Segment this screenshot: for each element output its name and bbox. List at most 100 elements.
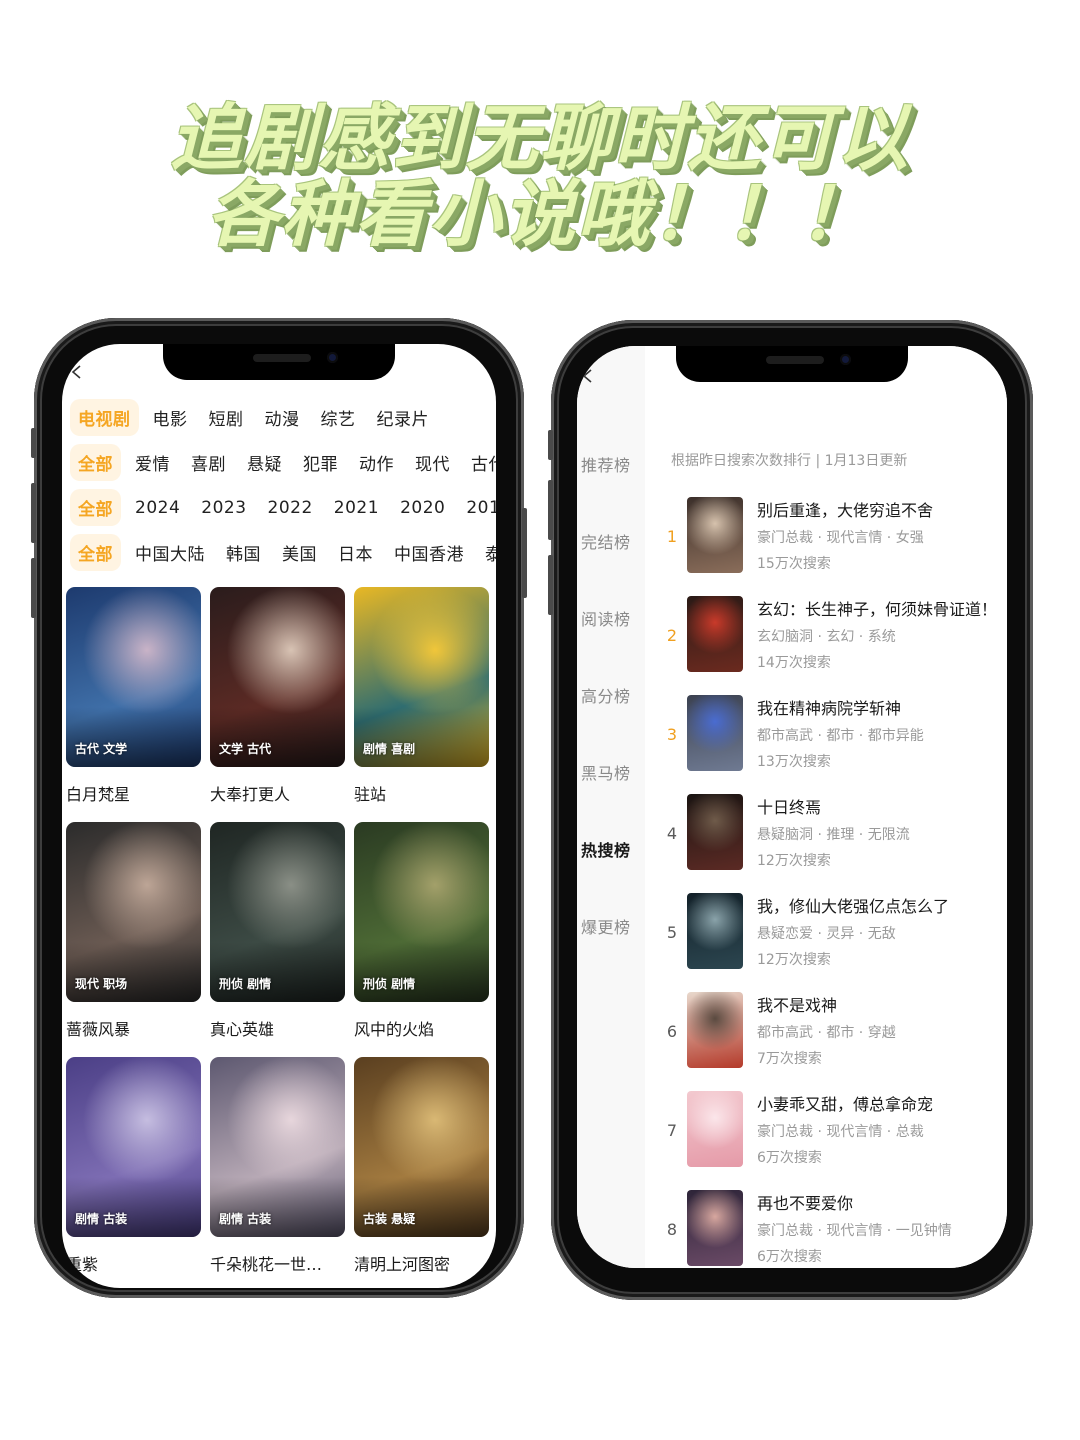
front-camera — [327, 352, 338, 363]
filter-region-2[interactable]: 韩国 — [226, 534, 261, 571]
filter-year-4[interactable]: 2021 — [334, 492, 379, 524]
show-card[interactable]: 剧情 古装 重紫 — [66, 1057, 201, 1275]
book-cover[interactable] — [687, 1190, 743, 1266]
filter-region-3[interactable]: 美国 — [282, 534, 317, 571]
book-list-item[interactable]: 3 我在精神病院学斩神 都市高武 · 都市 · 都市异能 13万次搜索 — [645, 695, 1007, 775]
show-card[interactable]: 剧情 古装千朵桃花一世… — [210, 1057, 345, 1275]
sidebar-tab-2[interactable]: 阅读榜 — [581, 606, 631, 630]
sidebar-tab-1[interactable]: 完结榜 — [581, 529, 631, 553]
filter-region-6[interactable]: 泰国 — [485, 534, 496, 571]
show-poster[interactable]: 古装 悬疑 — [354, 1057, 489, 1237]
book-search-count: 6万次搜索 — [757, 1249, 822, 1265]
filter-year-3[interactable]: 2022 — [268, 492, 313, 524]
book-list-item[interactable]: 2 玄幻：长生神子，何须妹骨证道！ 玄幻脑洞 · 玄幻 · 系统 14万次搜索 — [645, 596, 1007, 676]
show-poster[interactable]: 剧情 古装 — [66, 1057, 201, 1237]
book-tags: 玄幻脑洞 · 玄幻 · 系统 — [757, 629, 896, 645]
filter-year-2[interactable]: 2023 — [201, 492, 246, 524]
book-list-item[interactable]: 8 再也不要爱你 豪门总裁 · 现代言情 · 一见钟情 6万次搜索 — [645, 1190, 1007, 1268]
sidebar-tab-3[interactable]: 高分榜 — [581, 683, 631, 707]
tab-category-3[interactable]: 动漫 — [265, 399, 300, 436]
sidebar-tab-6[interactable]: 爆更榜 — [581, 914, 631, 938]
tab-category-2[interactable]: 短剧 — [209, 399, 244, 436]
filter-genre-7[interactable]: 古代 — [471, 444, 496, 481]
video-app-screen: 电视剧电影短剧动漫综艺纪录片 全部爱情喜剧悬疑犯罪动作现代古代 全部202420… — [62, 344, 496, 1288]
book-title[interactable]: 十日终焉 — [757, 794, 821, 818]
show-poster[interactable]: 剧情 古装 — [210, 1057, 345, 1237]
book-cover[interactable] — [687, 497, 743, 573]
filter-year-0[interactable]: 全部 — [70, 489, 121, 526]
filter-region-4[interactable]: 日本 — [338, 534, 373, 571]
show-card[interactable]: 刑侦 剧情 真心英雄 — [210, 822, 345, 1040]
filter-genre-6[interactable]: 现代 — [415, 444, 450, 481]
book-cover[interactable] — [687, 695, 743, 771]
tab-category-0[interactable]: 电视剧 — [70, 399, 139, 436]
filter-genre-4[interactable]: 犯罪 — [303, 444, 338, 481]
tab-category-1[interactable]: 电影 — [153, 399, 188, 436]
book-title[interactable]: 玄幻：长生神子，何须妹骨证道！ — [757, 596, 997, 620]
filter-year-6[interactable]: 2019 — [466, 492, 496, 524]
show-card[interactable]: 古代 文学 白月梵星 — [66, 587, 201, 805]
show-title[interactable]: 蔷薇风暴 — [66, 1016, 201, 1040]
filter-year-1[interactable]: 2024 — [135, 492, 180, 524]
chevron-left-icon[interactable] — [581, 368, 595, 383]
show-title[interactable]: 千朵桃花一世… — [210, 1251, 345, 1275]
filter-region-5[interactable]: 中国香港 — [394, 534, 464, 571]
chevron-left-icon[interactable] — [70, 364, 84, 379]
book-list-item[interactable]: 6 我不是戏神 都市高武 · 都市 · 穿越 7万次搜索 — [645, 992, 1007, 1072]
show-title[interactable]: 大奉打更人 — [210, 781, 345, 805]
show-poster[interactable]: 刑侦 剧情 — [354, 822, 489, 1002]
show-title[interactable]: 清明上河图密 — [354, 1251, 489, 1275]
show-card[interactable]: 现代 职场 蔷薇风暴 — [66, 822, 201, 1040]
book-title[interactable]: 再也不要爱你 — [757, 1190, 853, 1214]
book-title[interactable]: 我在精神病院学斩神 — [757, 695, 901, 719]
book-cover[interactable] — [687, 596, 743, 672]
show-card[interactable]: 文学 古代大奉打更人 — [210, 587, 345, 805]
tab-category-5[interactable]: 纪录片 — [377, 399, 430, 436]
book-title[interactable]: 我，修仙大佬强亿点怎么了 — [757, 893, 949, 917]
tab-category-4[interactable]: 综艺 — [321, 399, 356, 436]
ranking-sidebar: 推荐榜完结榜阅读榜高分榜黑马榜热搜榜爆更榜 — [577, 346, 645, 1268]
show-poster[interactable]: 古代 文学 — [66, 587, 201, 767]
poster-gradient — [66, 707, 201, 767]
show-poster[interactable]: 刑侦 剧情 — [210, 822, 345, 1002]
book-tags: 豪门总裁 · 现代言情 · 总裁 — [757, 1124, 924, 1140]
sidebar-tab-0[interactable]: 推荐榜 — [581, 452, 631, 476]
show-title[interactable]: 真心英雄 — [210, 1016, 345, 1040]
book-title[interactable]: 别后重逢，大佬穷追不舍 — [757, 497, 933, 521]
phone-frame-right: 推荐榜 完结榜 阅读榜 高分榜 黑马榜 热搜榜 爆更榜 根据昨日搜索次数排行 | 1月13日… — [548, 320, 1033, 1300]
show-card[interactable]: 刑侦 剧情风中的火焰 — [354, 822, 489, 1040]
book-tags: 都市高武 · 都市 · 穿越 — [757, 1025, 896, 1041]
filter-genre-3[interactable]: 悬疑 — [247, 444, 282, 481]
filter-genre-2[interactable]: 喜剧 — [191, 444, 226, 481]
show-poster[interactable]: 文学 古代 — [210, 587, 345, 767]
filter-region-0[interactable]: 全部 — [70, 534, 121, 571]
region-filters: 全部中国大陆韩国美国日本中国香港泰国 — [70, 534, 496, 571]
filter-region-1[interactable]: 中国大陆 — [135, 534, 205, 571]
filter-year-5[interactable]: 2020 — [400, 492, 445, 524]
book-title[interactable]: 我不是戏神 — [757, 992, 837, 1016]
sidebar-tab-5[interactable]: 热搜榜 — [581, 837, 631, 861]
book-cover[interactable] — [687, 794, 743, 870]
show-card[interactable]: 古装 悬疑清明上河图密 — [354, 1057, 489, 1275]
book-cover[interactable] — [687, 1091, 743, 1167]
book-list-item[interactable]: 4 十日终焉 悬疑脑洞 · 推理 · 无限流 12万次搜索 — [645, 794, 1007, 874]
power-button — [522, 508, 527, 598]
book-title[interactable]: 小妻乖又甜，傅总拿命宠 — [757, 1091, 933, 1115]
show-title[interactable]: 风中的火焰 — [354, 1016, 489, 1040]
book-list-item[interactable]: 1 别后重逢，大佬穷追不舍 豪门总裁 · 现代言情 · 女强 15万次搜索 — [645, 497, 1007, 577]
show-title[interactable]: 白月梵星 — [66, 781, 201, 805]
book-list-item[interactable]: 5 我，修仙大佬强亿点怎么了 悬疑恋爱 · 灵异 · 无敌 12万次搜索 — [645, 893, 1007, 973]
book-list-item[interactable]: 7 小妻乖又甜，傅总拿命宠 豪门总裁 · 现代言情 · 总裁 6万次搜索 — [645, 1091, 1007, 1171]
sidebar-tab-4[interactable]: 黑马榜 — [581, 760, 631, 784]
rank-number: 5 — [666, 923, 678, 942]
book-cover[interactable] — [687, 992, 743, 1068]
filter-genre-5[interactable]: 动作 — [359, 444, 394, 481]
filter-genre-0[interactable]: 全部 — [70, 444, 121, 481]
book-cover[interactable] — [687, 893, 743, 969]
show-poster[interactable]: 剧情 喜剧 — [354, 587, 489, 767]
show-card[interactable]: 剧情 喜剧 驻站 — [354, 587, 489, 805]
show-title[interactable]: 驻站 — [354, 781, 489, 805]
filter-genre-1[interactable]: 爱情 — [135, 444, 170, 481]
show-title[interactable]: 重紫 — [66, 1251, 201, 1275]
show-poster[interactable]: 现代 职场 — [66, 822, 201, 1002]
